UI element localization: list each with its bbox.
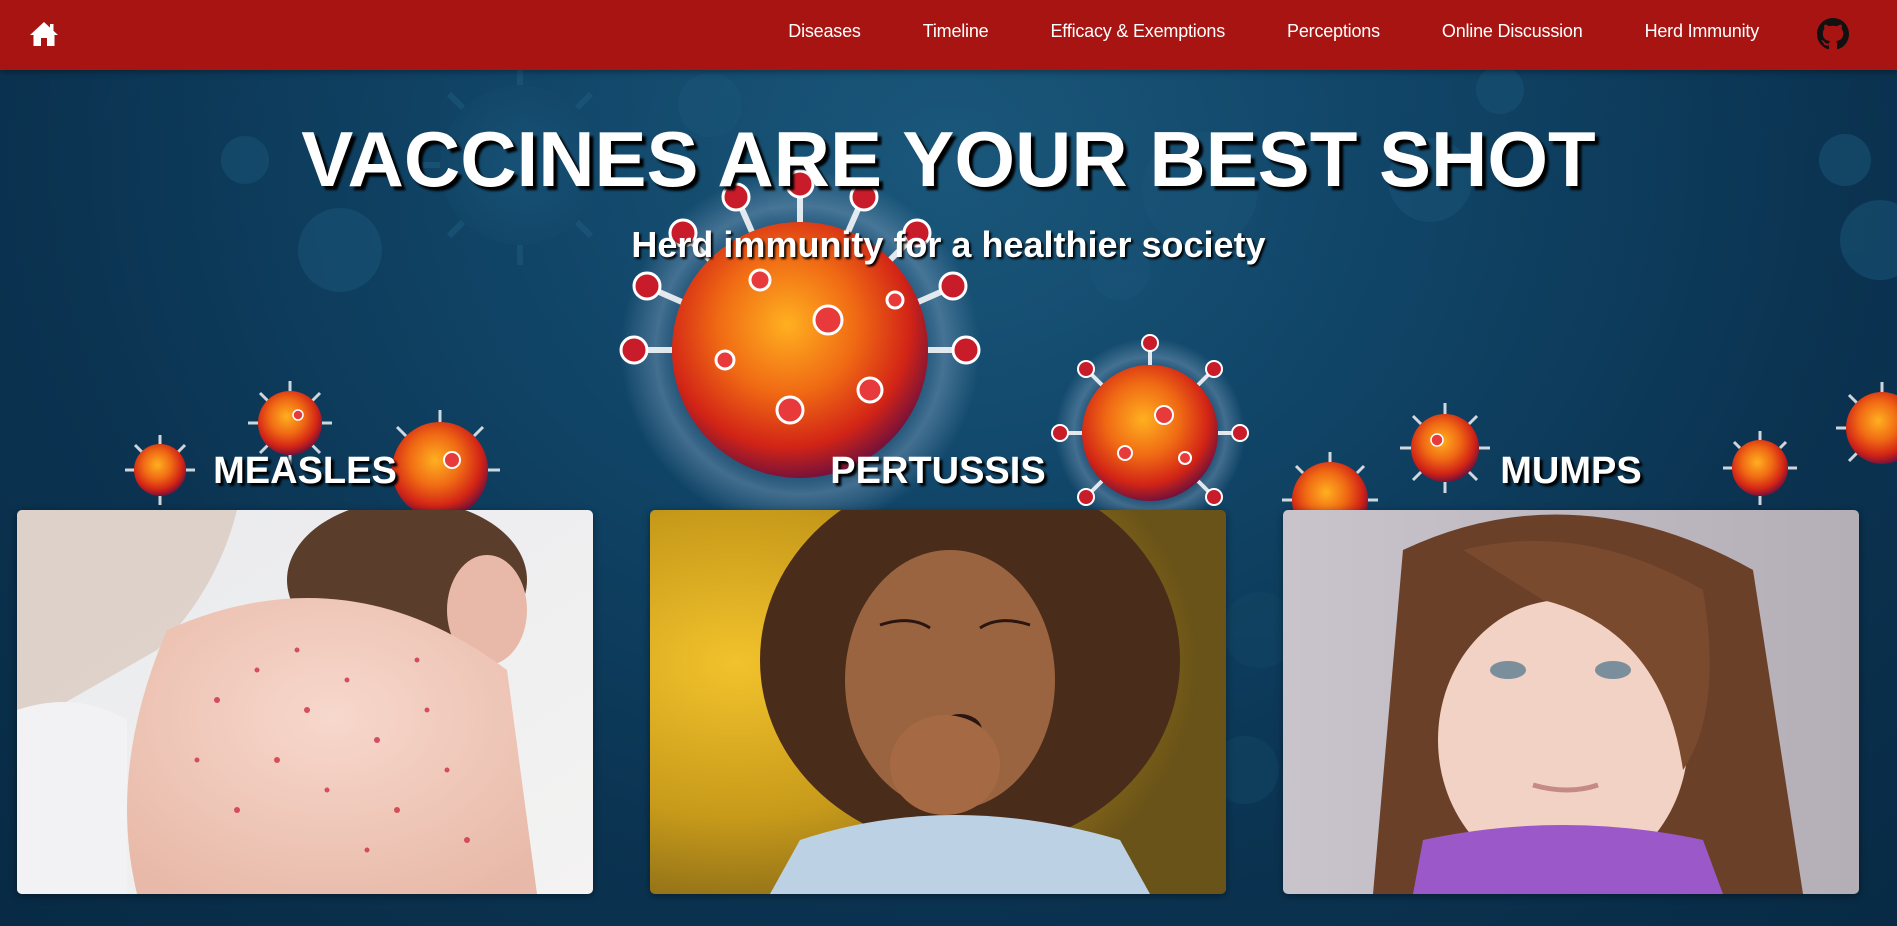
disease-card-mumps[interactable]: [1283, 510, 1859, 894]
nav-link-herd-immunity[interactable]: Herd Immunity: [1645, 21, 1760, 42]
pertussis-photo: [650, 510, 1226, 894]
nav-link-perceptions[interactable]: Perceptions: [1287, 21, 1380, 42]
nav-link-efficacy-exemptions[interactable]: Efficacy & Exemptions: [1050, 21, 1225, 42]
top-navbar: Diseases Timeline Efficacy & Exemptions …: [0, 0, 1897, 70]
measles-photo: [17, 510, 593, 894]
nav-links: Diseases Timeline Efficacy & Exemptions …: [788, 0, 1759, 62]
nav-link-timeline[interactable]: Timeline: [923, 21, 989, 42]
nav-link-diseases[interactable]: Diseases: [788, 21, 861, 42]
card-label-mumps: MUMPS: [1500, 450, 1642, 492]
card-label-measles: MEASLES: [213, 450, 397, 492]
hero-subtitle: Herd immunity for a healthier society: [631, 224, 1266, 265]
hero-title: VACCINES ARE YOUR BEST SHOT: [301, 115, 1596, 203]
nav-link-online-discussion[interactable]: Online Discussion: [1442, 21, 1583, 42]
mumps-photo: [1283, 510, 1859, 894]
disease-card-pertussis[interactable]: [650, 510, 1226, 894]
hero-section: VACCINES ARE YOUR BEST SHOT Herd immunit…: [0, 70, 1897, 926]
github-icon[interactable]: [1817, 18, 1849, 50]
card-label-pertussis: PERTUSSIS: [830, 450, 1046, 492]
disease-card-measles[interactable]: [17, 510, 593, 894]
home-icon[interactable]: [29, 20, 59, 48]
